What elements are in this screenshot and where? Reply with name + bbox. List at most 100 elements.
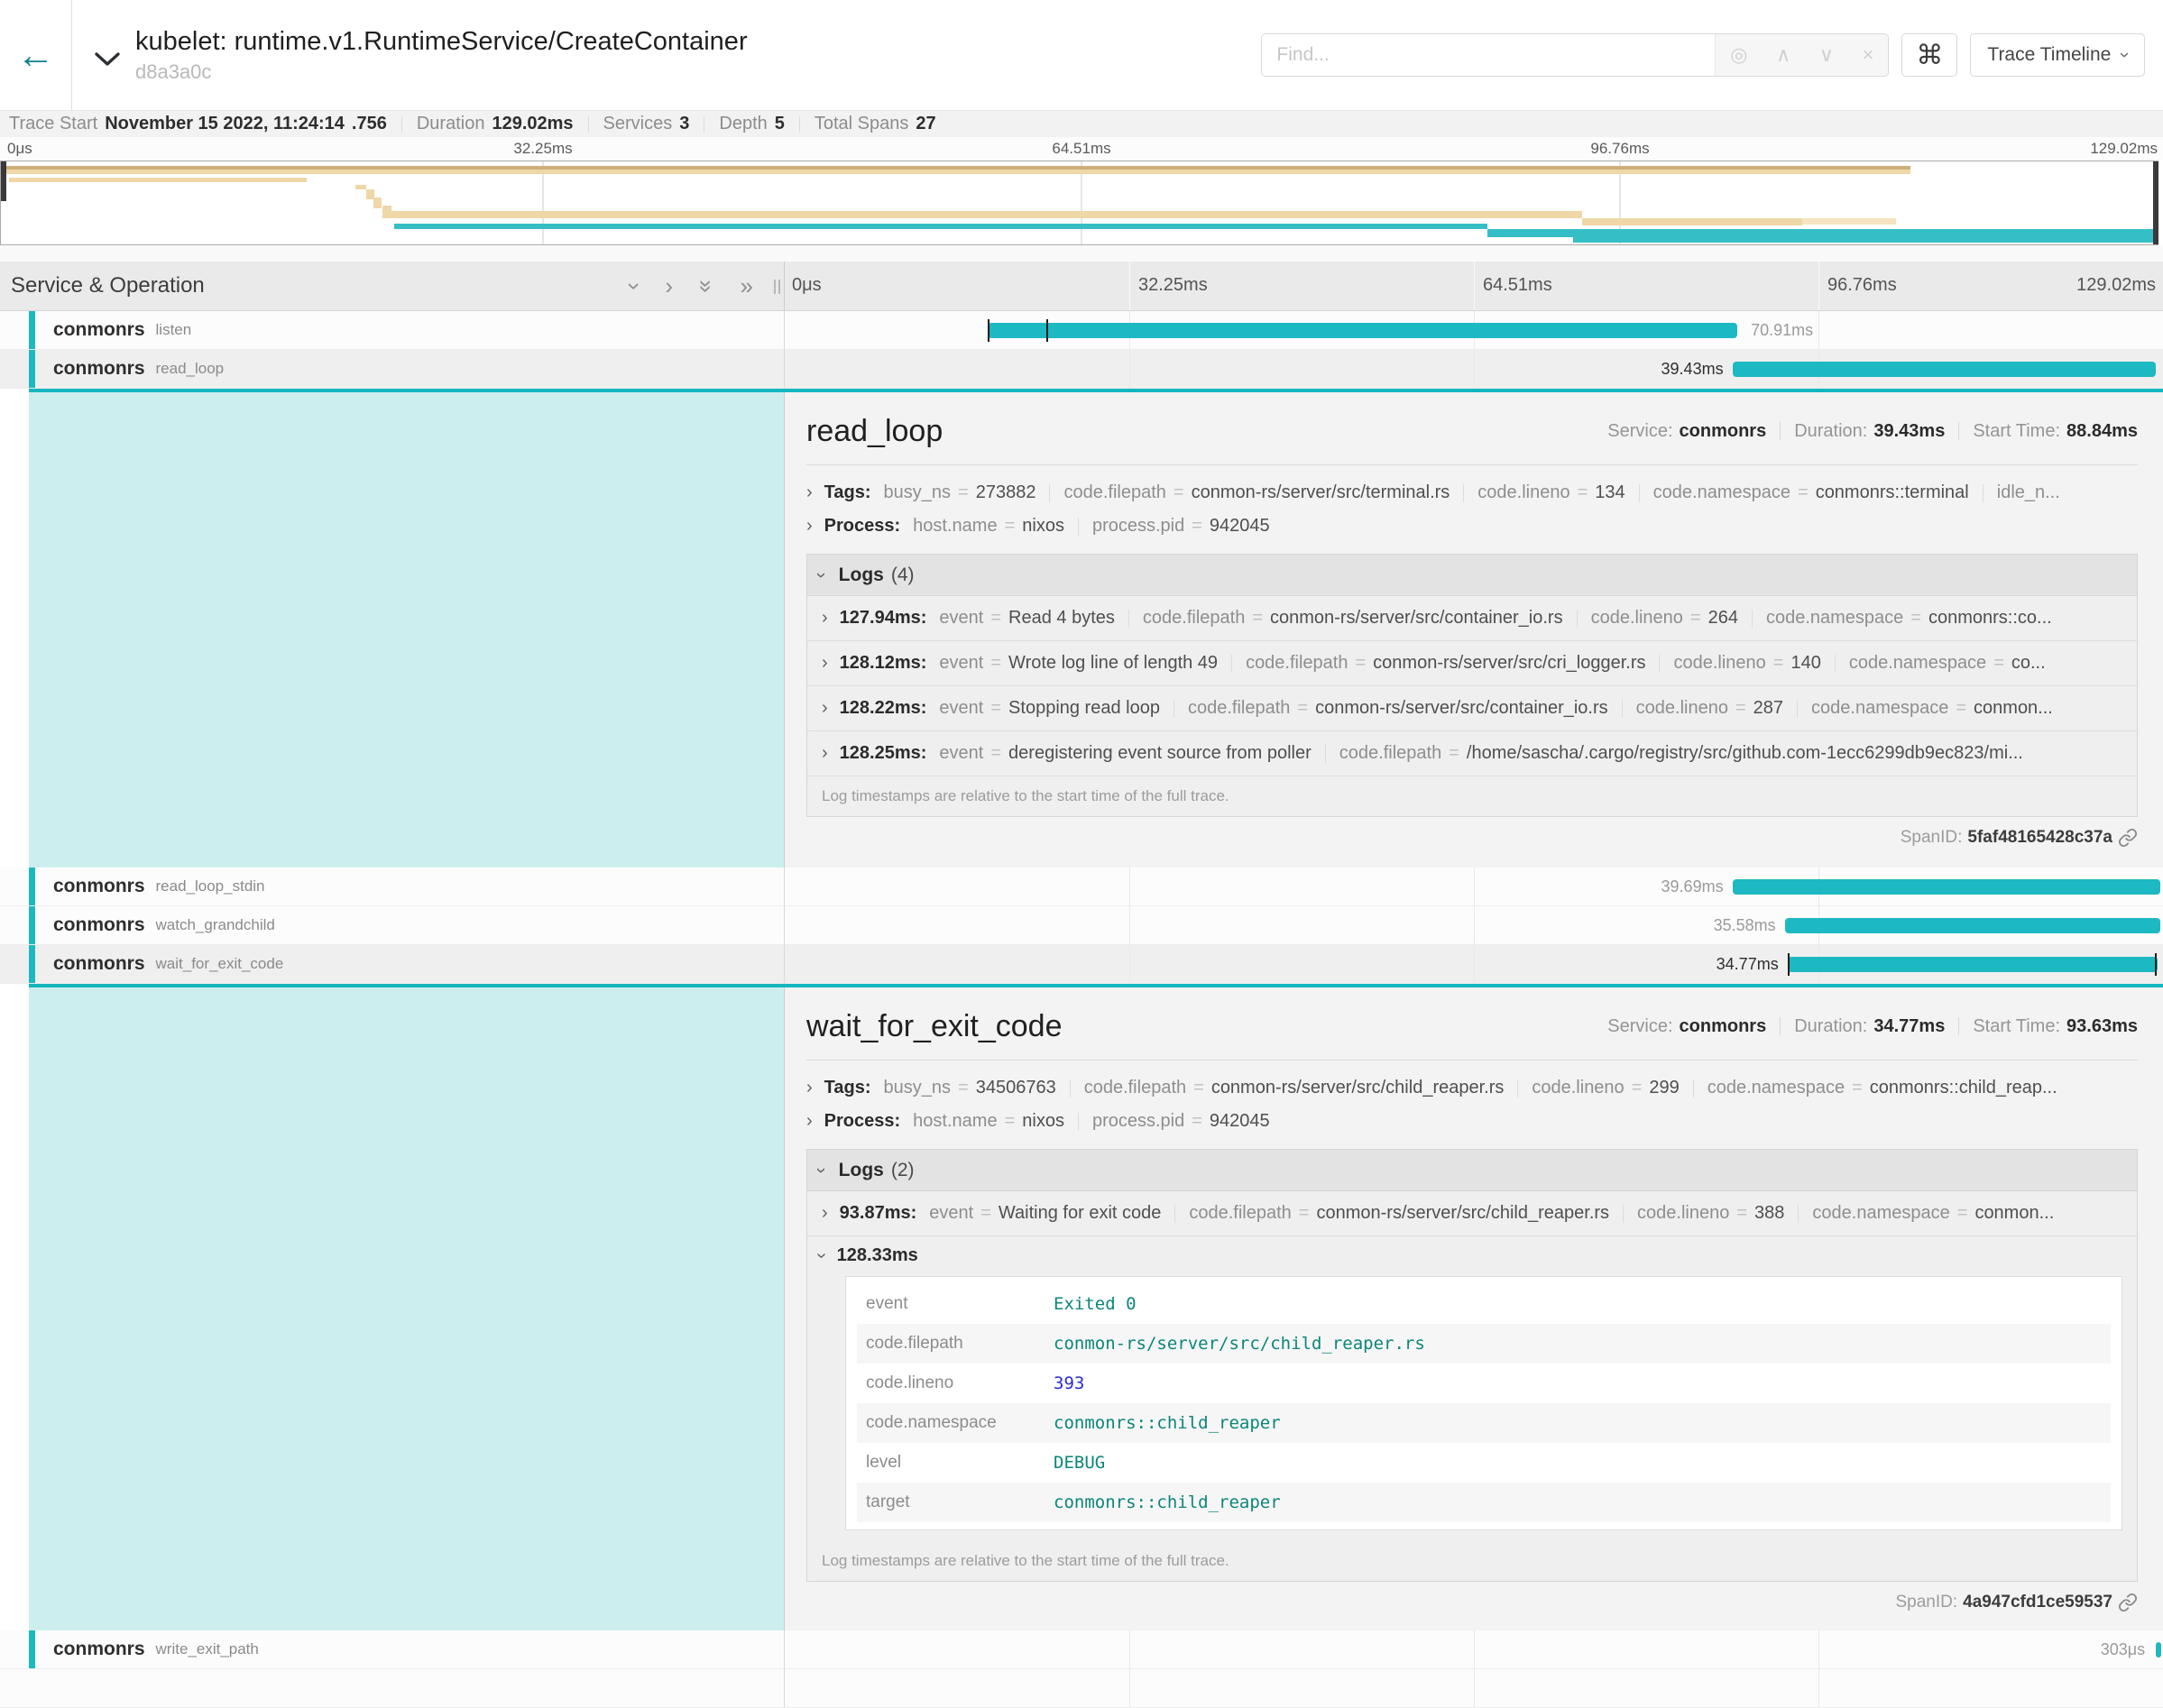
span-timeline-cell[interactable]: 303μs	[785, 1630, 2163, 1669]
span-bar[interactable]	[1733, 362, 2156, 377]
equals	[1903, 608, 1928, 628]
collapse-deep-icon[interactable]	[693, 280, 721, 292]
span-row-write-exit-path: conmonrs write_exit_path 303μs	[0, 1630, 2163, 1669]
span-bar[interactable]	[1785, 918, 2160, 933]
span-row-listen: conmonrs listen 70.91ms	[0, 311, 2163, 350]
field-key: level	[857, 1453, 1054, 1473]
process-value: nixos	[1022, 516, 1064, 536]
log-field-key: code.filepath	[1189, 1203, 1291, 1223]
logs-section: Logs (2) 93.87ms: eventWaiting for exit …	[806, 1149, 2138, 1582]
minimap-right-handle[interactable]	[2153, 161, 2158, 244]
axis-tick-label: 0μs	[792, 275, 822, 296]
detail-depth-pane[interactable]	[29, 984, 785, 1630]
span-timeline-cell[interactable]: 39.43ms	[785, 350, 2163, 389]
log-entry[interactable]: 128.25ms: eventderegistering event sourc…	[807, 731, 2137, 776]
link-icon[interactable]	[2118, 1593, 2138, 1612]
app-header: kubelet: runtime.v1.RuntimeService/Creat…	[0, 0, 2163, 110]
span-bar[interactable]	[1733, 879, 2160, 895]
header-controls: Trace Timeline	[1261, 33, 2163, 77]
services-value: 3	[679, 114, 689, 134]
logs-section: Logs (4) 127.94ms: eventRead 4 bytes cod…	[806, 554, 2138, 817]
tick-label: 32.25ms	[513, 140, 572, 158]
tag-value: 134	[1595, 482, 1625, 502]
clear-find-icon[interactable]	[1863, 43, 1874, 67]
column-resize-handle[interactable]	[774, 280, 780, 294]
operation-name: watch_grandchild	[156, 916, 275, 934]
divider	[1231, 655, 1232, 673]
divider	[1752, 610, 1753, 628]
service-name: conmonrs	[53, 319, 145, 341]
trace-header-collapse-toggle[interactable]	[94, 51, 121, 72]
span-timeline-cell[interactable]: 39.69ms	[785, 868, 2163, 906]
log-timestamp: 128.12ms:	[840, 653, 927, 674]
span-name-cell[interactable]: conmonrs listen	[0, 311, 785, 350]
log-entry[interactable]: 128.22ms: eventStopping read loop code.f…	[807, 686, 2137, 731]
process-row[interactable]: Process: host.namenixos process.pid94204…	[806, 1105, 2138, 1138]
span-name-cell[interactable]: conmonrs read_loop_stdin	[0, 868, 785, 906]
log-field-key: code.namespace	[1811, 698, 1948, 718]
minimap-left-handle[interactable]	[1, 161, 6, 201]
divider	[1174, 1205, 1175, 1223]
chevron-right-icon	[806, 1111, 813, 1132]
next-match-icon[interactable]	[1819, 43, 1834, 67]
locate-icon[interactable]	[1730, 43, 1747, 67]
collapse-all-icon[interactable]	[621, 282, 649, 290]
start-time-value: 93.63ms	[2066, 1016, 2138, 1037]
span-name-cell[interactable]: conmonrs watch_grandchild	[0, 906, 785, 945]
tags-row[interactable]: Tags: busy_ns34506763 code.filepathconmo…	[806, 1071, 2138, 1105]
log-field-value: deregistering event source from poller	[1008, 743, 1312, 763]
span-bar[interactable]	[2156, 1642, 2162, 1657]
expand-one-icon[interactable]	[665, 272, 673, 300]
view-selector-button[interactable]: Trace Timeline	[1970, 33, 2145, 77]
service-label: Service:	[1607, 1016, 1672, 1037]
link-icon[interactable]	[2118, 828, 2138, 848]
span-name-cell[interactable]: conmonrs wait_for_exit_code	[0, 945, 785, 984]
logs-label: Logs	[839, 565, 884, 586]
span-timeline-cell[interactable]: 34.77ms	[785, 945, 2163, 984]
divider	[1958, 1017, 1959, 1035]
equals	[998, 516, 1023, 536]
span-name-cell[interactable]: conmonrs write_exit_path	[0, 1630, 785, 1669]
gridline	[1129, 1630, 1130, 1668]
span-bar[interactable]	[988, 323, 1737, 338]
tick-label: 129.02ms	[2090, 140, 2158, 158]
table-row: code.filepathconmon-rs/server/src/child_…	[857, 1324, 2111, 1364]
divider	[1797, 700, 1798, 718]
log-field-value: Stopping read loop	[1008, 698, 1160, 718]
detail-depth-pane[interactable]	[29, 389, 785, 868]
logs-header[interactable]: Logs (4)	[807, 555, 2137, 596]
span-name-cell[interactable]	[0, 1669, 785, 1708]
tags-row[interactable]: Tags: busy_ns273882 code.filepathconmon-…	[806, 476, 2138, 510]
tick-label: 0μs	[7, 140, 32, 158]
back-button[interactable]	[0, 0, 72, 110]
log-field-key: code.filepath	[1339, 743, 1441, 763]
prev-match-icon[interactable]	[1776, 43, 1790, 67]
keyboard-shortcuts-button[interactable]	[1901, 33, 1957, 77]
divider	[1577, 610, 1578, 628]
log-entry[interactable]: 93.87ms: eventWaiting for exit code code…	[807, 1191, 2137, 1236]
span-bar[interactable]	[1788, 957, 2158, 972]
command-icon	[1916, 40, 1943, 71]
expand-all-icon[interactable]	[741, 272, 753, 300]
log-entry[interactable]: 128.12ms: eventWrote log line of length …	[807, 641, 2137, 686]
trace-minimap[interactable]	[0, 161, 2163, 245]
find-input[interactable]	[1262, 34, 1715, 76]
operation-name: write_exit_path	[156, 1640, 259, 1658]
logs-header[interactable]: Logs (2)	[807, 1150, 2137, 1191]
equals	[1766, 653, 1791, 673]
log-timestamp: 128.25ms:	[840, 743, 927, 764]
expanded-log-entry-header[interactable]: 128.33ms	[807, 1236, 2137, 1274]
span-color-bar	[29, 311, 35, 349]
process-row[interactable]: Process: host.namenixos process.pid94204…	[806, 510, 2138, 543]
span-timeline-cell[interactable]: 35.58ms	[785, 906, 2163, 945]
process-value: 942045	[1210, 516, 1270, 536]
log-entry[interactable]: 127.94ms: eventRead 4 bytes code.filepat…	[807, 596, 2137, 641]
span-timeline-cell[interactable]	[785, 1669, 2163, 1708]
span-timeline-cell[interactable]: 70.91ms	[785, 311, 2163, 350]
span-name-cell[interactable]: conmonrs read_loop	[0, 350, 785, 389]
service-name: conmonrs	[53, 953, 145, 975]
logs-footnote: Log timestamps are relative to the start…	[807, 776, 2137, 816]
chevron-down-icon	[811, 1253, 832, 1259]
duration-label: Duration	[417, 114, 485, 134]
divider	[1622, 700, 1623, 718]
